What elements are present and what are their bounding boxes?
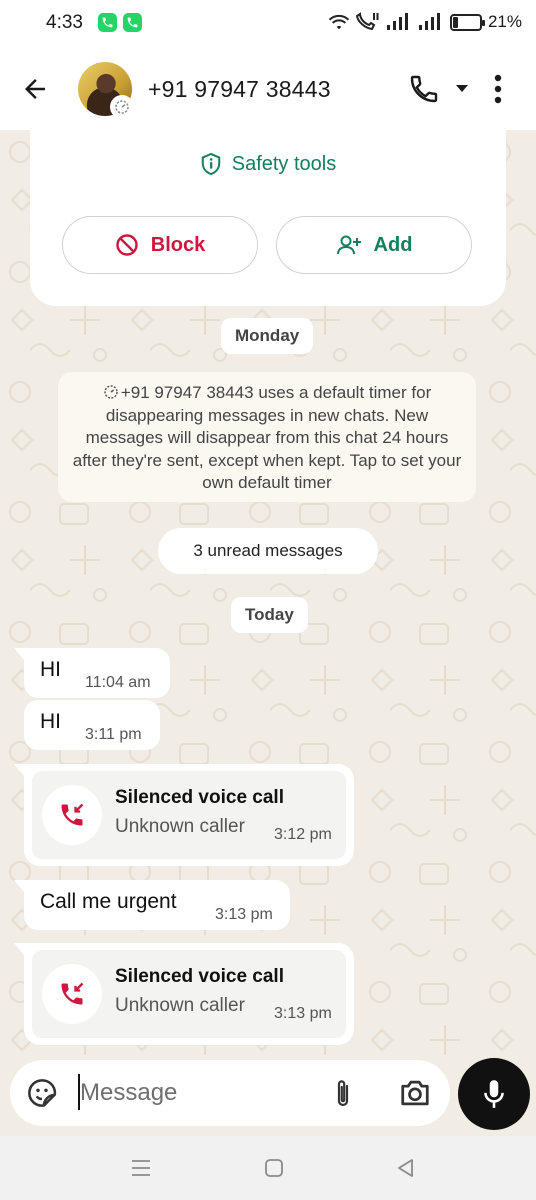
- message-input[interactable]: [80, 1076, 310, 1110]
- wifi-call-icon: [355, 12, 379, 31]
- attachment-icon[interactable]: [331, 1077, 355, 1111]
- recents-menu-icon[interactable]: [130, 1157, 152, 1179]
- sticker-emoji-icon[interactable]: [26, 1077, 58, 1109]
- bubble-tail: [14, 764, 24, 776]
- call-time: 3:12 pm: [274, 826, 332, 843]
- call-bubble[interactable]: Silenced voice call Unknown caller 3:13 …: [14, 943, 354, 1045]
- date-chip-today: Today: [231, 597, 308, 633]
- chat-area[interactable]: Safety tools Block Add Monday +91 97947 …: [0, 130, 536, 1058]
- add-person-icon: [336, 235, 361, 255]
- chat-header: +91 97947 38443: [0, 48, 536, 130]
- bubble-tail: [14, 880, 24, 892]
- add-contact-button[interactable]: Add: [276, 216, 472, 274]
- phone-icon[interactable]: [408, 73, 440, 105]
- whatsapp-notification-icon: [123, 13, 142, 32]
- system-nav-bar: [0, 1136, 536, 1200]
- battery-percent: 21%: [487, 12, 522, 31]
- add-label: Add: [373, 233, 413, 256]
- status-icons: 21%: [328, 12, 522, 32]
- message-time: 3:13 pm: [215, 906, 273, 923]
- timer-icon: [104, 385, 118, 399]
- voice-message-button[interactable]: [458, 1058, 530, 1130]
- more-vert-icon[interactable]: [494, 74, 502, 104]
- chevron-down-icon[interactable]: [455, 84, 469, 94]
- message-bubble[interactable]: Call me urgent 3:13 pm: [14, 880, 290, 930]
- notice-text: +91 97947 38443 uses a default timer for…: [72, 383, 462, 492]
- battery-icon: [449, 13, 485, 31]
- unread-messages-chip: 3 unread messages: [158, 528, 378, 574]
- signal-icon: [386, 13, 408, 30]
- call-subtitle: Unknown caller: [115, 816, 245, 837]
- message-text: Call me urgent: [40, 890, 177, 913]
- block-label: Block: [150, 233, 206, 256]
- message-text: HI: [40, 658, 61, 681]
- whatsapp-notification-icon: [98, 13, 117, 32]
- safety-tools-label: Safety tools: [231, 152, 337, 175]
- date-chip-monday: Monday: [221, 318, 314, 354]
- message-composer: [10, 1060, 450, 1126]
- call-card: Silenced voice call Unknown caller 3:12 …: [32, 771, 346, 859]
- contact-name[interactable]: +91 97947 38443: [148, 76, 331, 103]
- call-time: 3:13 pm: [274, 1005, 332, 1022]
- camera-icon[interactable]: [398, 1078, 432, 1108]
- message-bubble[interactable]: HI 3:11 pm: [24, 700, 160, 750]
- call-title: Silenced voice call: [115, 787, 284, 808]
- call-title: Silenced voice call: [115, 966, 284, 987]
- wifi-icon: [328, 14, 350, 30]
- call-bubble[interactable]: Silenced voice call Unknown caller 3:12 …: [14, 764, 354, 866]
- safety-tools-link[interactable]: Safety tools: [30, 152, 506, 176]
- home-icon[interactable]: [263, 1157, 285, 1179]
- bubble-tail: [14, 648, 24, 660]
- back-arrow-icon[interactable]: [20, 74, 50, 104]
- missed-call-icon: [42, 964, 102, 1024]
- block-icon: [116, 234, 138, 256]
- call-card: Silenced voice call Unknown caller 3:13 …: [32, 950, 346, 1038]
- message-bubble[interactable]: HI 11:04 am: [14, 648, 170, 698]
- safety-card: Safety tools Block Add: [30, 130, 506, 306]
- message-time: 3:11 pm: [85, 726, 142, 743]
- status-bar: 4:33 21%: [0, 0, 536, 48]
- status-time: 4:33: [46, 12, 83, 33]
- signal-icon: [418, 13, 440, 30]
- shield-icon: [201, 152, 220, 176]
- bubble-tail: [14, 943, 24, 955]
- disappearing-messages-notice[interactable]: +91 97947 38443 uses a default timer for…: [58, 372, 476, 502]
- microphone-icon: [484, 1080, 504, 1108]
- back-nav-icon[interactable]: [395, 1157, 417, 1179]
- timer-icon: [110, 95, 134, 119]
- message-text: HI: [40, 710, 61, 733]
- block-button[interactable]: Block: [62, 216, 258, 274]
- missed-call-icon: [42, 785, 102, 845]
- battery-level: [452, 16, 458, 28]
- call-subtitle: Unknown caller: [115, 995, 245, 1016]
- message-time: 11:04 am: [85, 674, 151, 691]
